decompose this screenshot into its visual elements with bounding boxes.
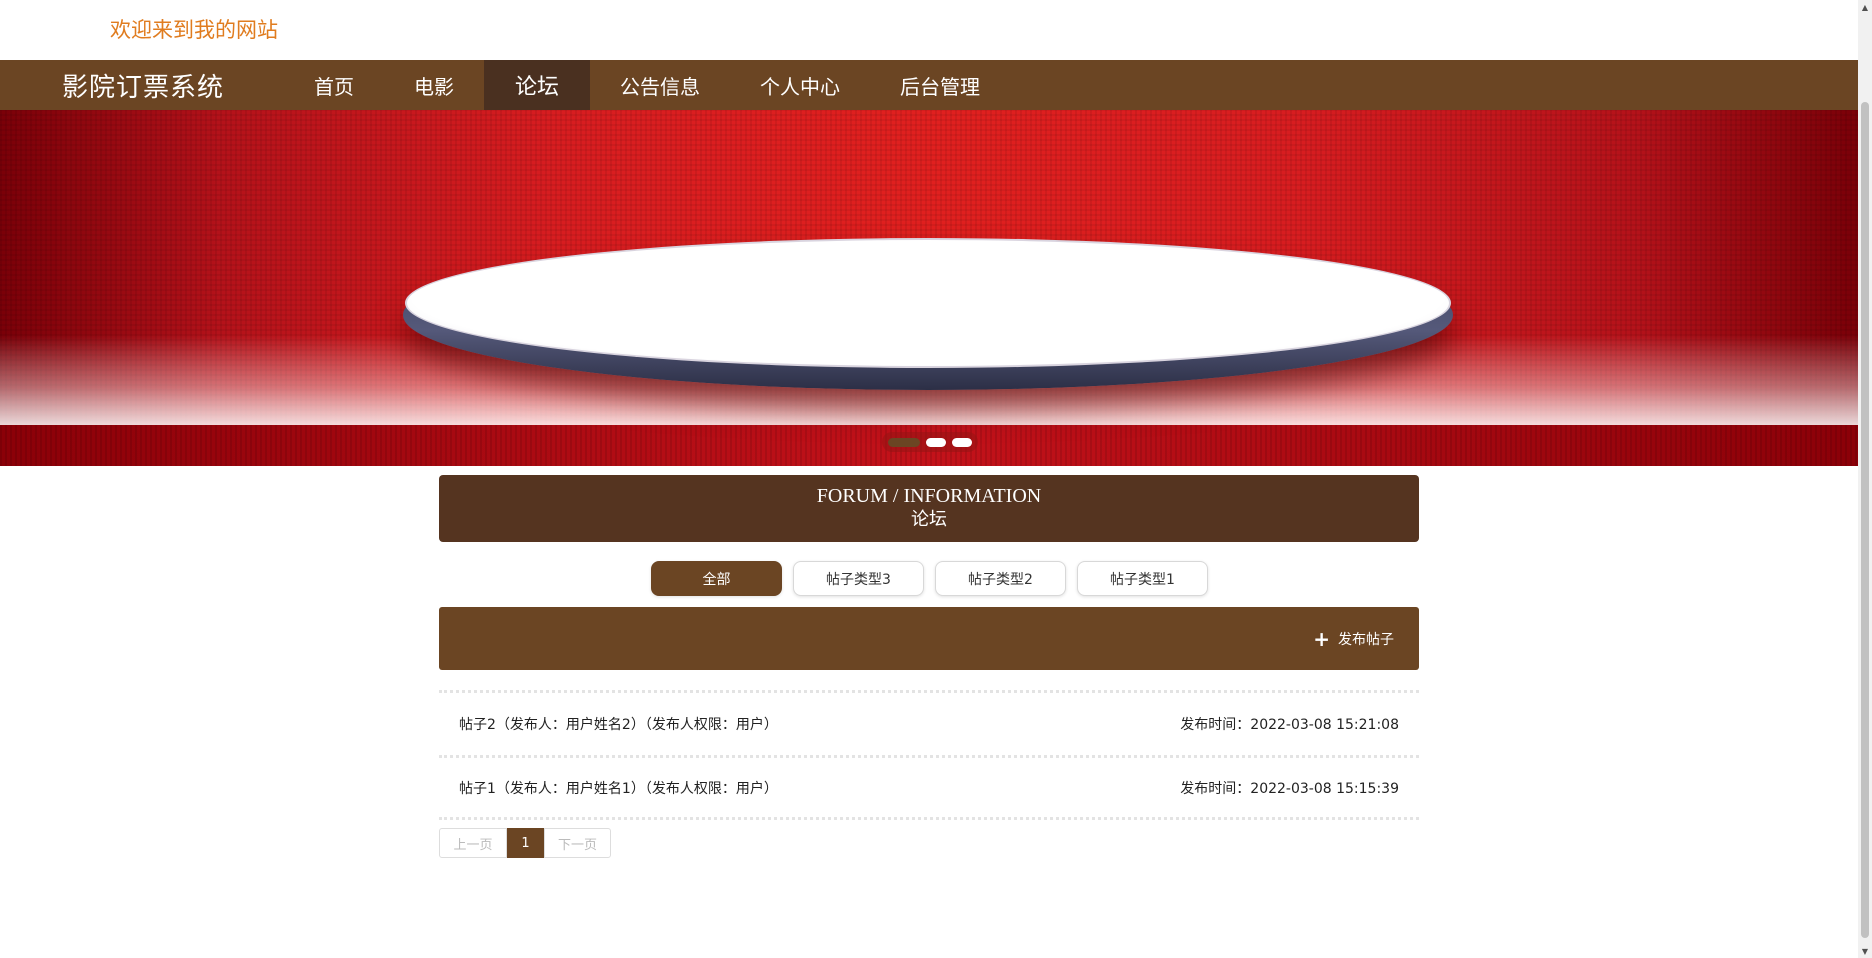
post-title: 帖子1（发布人：用户姓名1）（发布人权限：用户） [459,780,778,797]
new-post-button[interactable]: + 发布帖子 [1313,629,1394,649]
filter-type-1[interactable]: 帖子类型1 [1077,561,1208,596]
forum-content: FORUM / INFORMATION 论坛 全部 帖子类型3 帖子类型2 帖子… [439,475,1419,858]
main-nav: 影院订票系统 首页 电影 论坛 公告信息 个人中心 后台管理 [0,60,1858,110]
carousel-dot-1[interactable] [888,437,920,447]
scroll-down-arrow-icon[interactable]: ▼ [1858,944,1872,958]
site-brand[interactable]: 影院订票系统 [62,67,284,104]
pagination: 上一页 1 下一页 [439,828,1419,858]
carousel-dot-3[interactable] [952,437,972,447]
scroll-up-arrow-icon[interactable]: ▲ [1858,0,1872,14]
nav-item-forum[interactable]: 论坛 [484,60,591,110]
post-time: 发布时间：2022-03-08 15:15:39 [1180,780,1399,797]
current-page[interactable]: 1 [507,828,544,858]
post-list: 帖子2（发布人：用户姓名2）（发布人权限：用户） 发布时间：2022-03-08… [439,690,1419,820]
post-time: 发布时间：2022-03-08 15:21:08 [1180,717,1399,733]
page: 欢迎来到我的网站 影院订票系统 首页 电影 论坛 公告信息 个人中心 后台管理 … [0,0,1872,958]
new-post-label: 发布帖子 [1338,631,1394,648]
nav-item-announcements[interactable]: 公告信息 [590,60,730,110]
category-filters: 全部 帖子类型3 帖子类型2 帖子类型1 [440,561,1419,596]
section-title-cn: 论坛 [911,509,947,529]
banner-carousel[interactable] [0,110,1858,466]
welcome-text: 欢迎来到我的网站 [110,18,278,42]
vertical-scrollbar[interactable]: ▲ ▼ [1858,0,1872,958]
nav-item-home[interactable]: 首页 [284,60,384,110]
action-bar: + 发布帖子 [439,607,1419,670]
section-title: FORUM / INFORMATION 论坛 [439,475,1419,542]
prev-page-button[interactable]: 上一页 [439,828,507,858]
next-page-button[interactable]: 下一页 [544,828,611,858]
filter-type-3[interactable]: 帖子类型3 [793,561,924,596]
banner-stage-top [405,238,1451,368]
post-row[interactable]: 帖子2（发布人：用户姓名2）（发布人权限：用户） 发布时间：2022-03-08… [439,690,1419,755]
scrollbar-thumb[interactable] [1861,102,1869,938]
section-title-en: FORUM / INFORMATION [816,485,1042,507]
nav-item-movies[interactable]: 电影 [384,60,484,110]
filter-all[interactable]: 全部 [651,561,782,596]
post-title: 帖子2（发布人：用户姓名2）（发布人权限：用户） [459,717,778,733]
nav-item-profile[interactable]: 个人中心 [730,60,870,110]
carousel-indicators [882,432,978,452]
post-row[interactable]: 帖子1（发布人：用户姓名1）（发布人权限：用户） 发布时间：2022-03-08… [439,755,1419,820]
nav-item-admin[interactable]: 后台管理 [870,60,1010,110]
filter-type-2[interactable]: 帖子类型2 [935,561,1066,596]
plus-icon: + [1313,626,1330,651]
carousel-dot-2[interactable] [926,437,946,447]
